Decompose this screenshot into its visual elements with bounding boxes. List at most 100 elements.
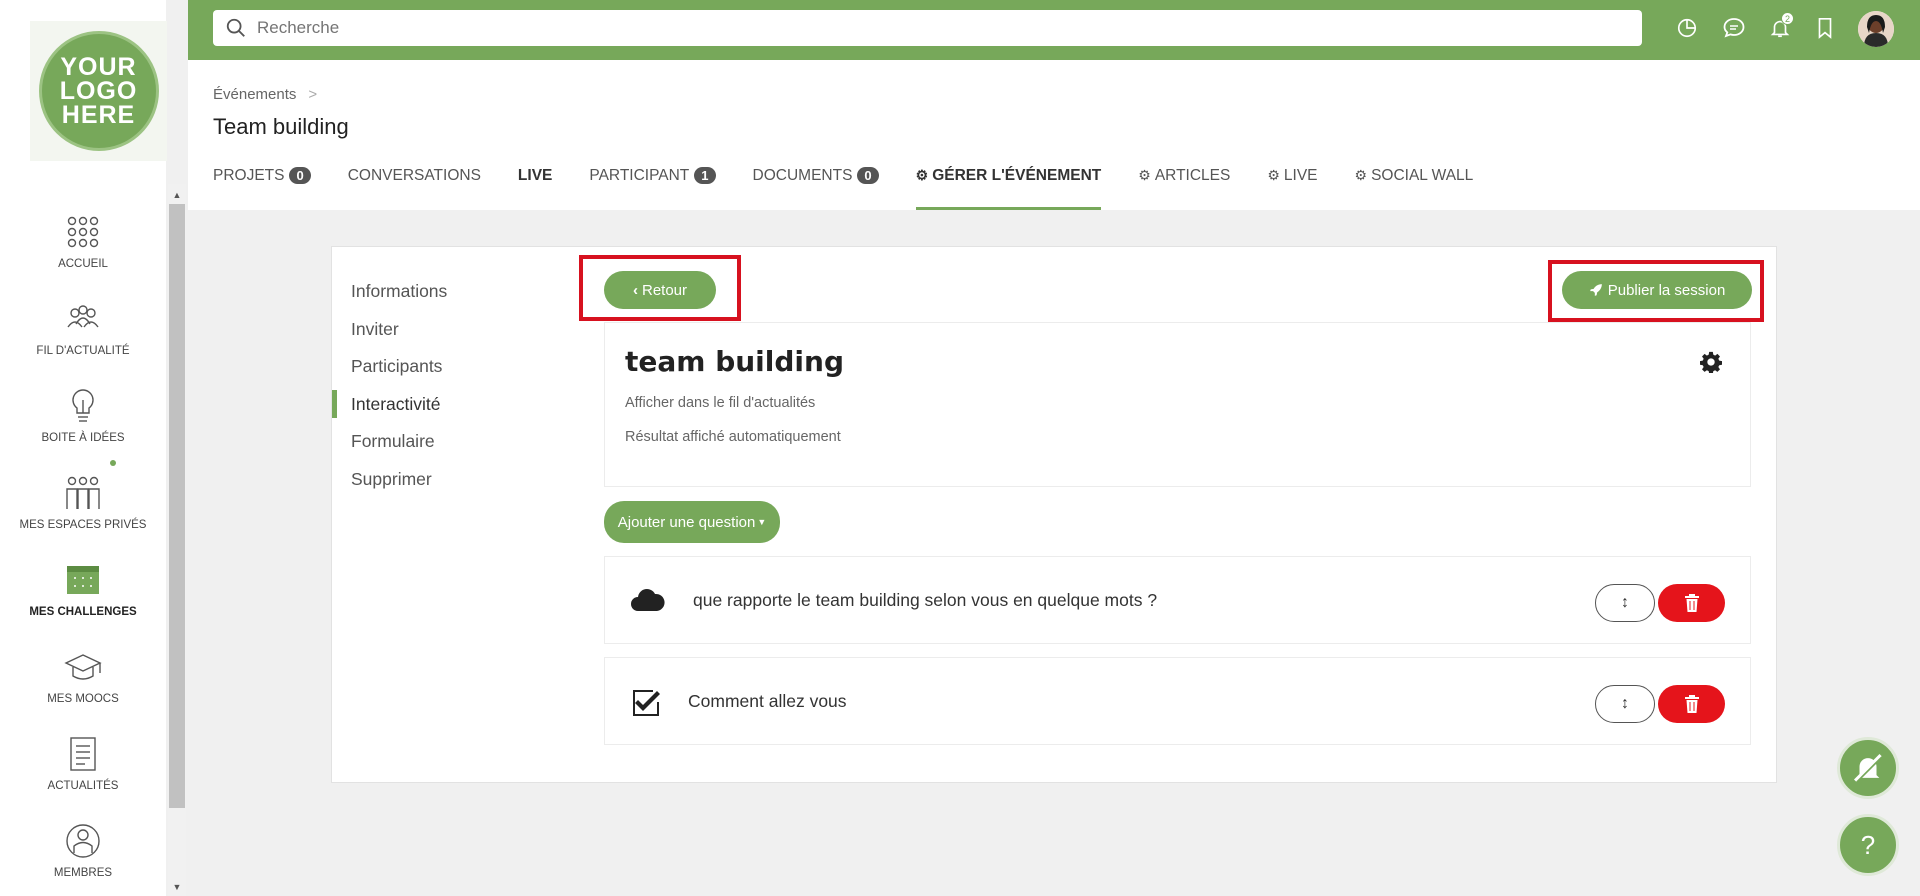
tab-label: GÉRER L'ÉVÉNEMENT [932,167,1102,184]
sidebar-scroll-thumb[interactable] [169,204,185,808]
sidebar-item-fil-actualite[interactable]: FIL D'ACTUALITÉ [0,299,166,357]
sidebar-item-actualites[interactable]: ACTUALITÉS [0,734,166,792]
gear-icon: ⚙ [1138,167,1151,183]
content-card: Informations Inviter Participants Intera… [331,246,1777,783]
reorder-button[interactable]: ↕ [1595,685,1655,723]
publish-session-label: Publier la session [1607,281,1726,299]
logo-text-1: YOUR [60,53,137,81]
question-text: que rapporte le team building selon vous… [693,590,1158,610]
avatar[interactable] [1858,11,1894,47]
delete-button[interactable] [1658,584,1725,622]
sidebar-item-label: ACCUEIL [58,258,108,270]
event-side-menu: Informations Inviter Participants Intera… [332,277,562,502]
bell-icon[interactable]: 2 [1766,12,1794,42]
tab-label: PROJETS [213,167,285,184]
event-tabs: PROJETS 0 CONVERSATIONS LIVE PARTICIPANT 1… [213,167,1510,210]
tab-live-settings[interactable]: ⚙ LIVE [1267,167,1317,210]
tab-conversations[interactable]: CONVERSATIONS [348,167,481,210]
search-bar[interactable] [213,10,1642,46]
help-fab[interactable]: ? [1837,814,1899,876]
breadcrumb-link[interactable]: Événements [213,86,296,103]
tab-gerer-evenement[interactable]: ⚙ GÉRER L'ÉVÉNEMENT [915,167,1102,210]
back-button-label: Retour [641,281,688,299]
session-setting-results: Résultat affiché automatiquement [625,429,841,445]
caret-down-icon: ▼ [757,517,767,527]
back-button[interactable]: ‹ Retour [604,271,716,309]
chat-icon[interactable] [1720,14,1748,42]
notification-badge: 2 [1781,12,1794,25]
stats-icon[interactable] [1673,14,1701,42]
tab-documents[interactable]: DOCUMENTS 0 [753,167,879,210]
sidebar-item-espaces-prives[interactable]: MES ESPACES PRIVÉS [0,473,166,531]
logo-text-2: LOGO [59,77,138,105]
tab-label: ARTICLES [1154,167,1231,184]
private-spaces-icon [66,476,100,509]
tab-participant[interactable]: PARTICIPANT 1 [589,167,716,210]
sidebar-item-label: FIL D'ACTUALITÉ [36,345,130,357]
sidebar-item-membres[interactable]: MEMBRES [0,821,166,879]
tab-count: 0 [289,167,311,184]
sidebar: YOUR LOGO HERE ACCUEIL FIL D'ACTUALITÉ B… [0,0,167,896]
graduation-cap-icon [64,654,102,680]
tab-label: DOCUMENTS [752,167,853,184]
reorder-button[interactable]: ↕ [1595,584,1655,622]
side-menu-informations[interactable]: Informations [332,277,562,315]
notifications-off-fab[interactable] [1837,737,1899,799]
sidebar-item-label: MEMBRES [53,867,113,879]
logo[interactable]: YOUR LOGO HERE [30,21,167,161]
question-row: que rapporte le team building selon vous… [604,556,1751,644]
tab-projets[interactable]: PROJETS 0 [213,167,311,210]
topbar: 2 [188,0,1920,60]
chevron-left-icon: ‹ [632,281,638,299]
side-menu-inviter[interactable]: Inviter [332,315,562,353]
bookmark-icon[interactable] [1811,14,1839,42]
scroll-up-arrow-icon[interactable]: ▲ [172,190,182,200]
grid-dots-icon [67,216,99,248]
session-title: team building [625,345,844,378]
gear-icon: ⚙ [915,167,929,183]
scroll-down-arrow-icon[interactable]: ▼ [172,882,182,892]
sidebar-item-label: MES ESPACES PRIVÉS [19,519,147,531]
member-icon [66,824,100,858]
sidebar-item-moocs[interactable]: MES MOOCS [0,647,166,705]
page-header: Événements > Team building PROJETS 0 CONVE… [188,60,1920,210]
document-icon [70,737,96,771]
notification-dot [110,460,116,466]
arrows-vertical-icon: ↕ [1621,594,1629,611]
checkbox-icon [633,690,660,716]
page-title: Team building [213,114,349,139]
tab-label: PARTICIPANT [589,167,690,184]
add-question-dropdown[interactable]: Ajouter une question ▼ [604,501,780,543]
tab-articles[interactable]: ⚙ ARTICLES [1138,167,1230,210]
rocket-icon [1589,284,1602,296]
gear-icon: ⚙ [1267,167,1280,183]
gear-icon: ⚙ [1354,167,1368,183]
people-group-icon [67,305,99,328]
help-icon: ? [1860,829,1876,860]
delete-button[interactable] [1658,685,1725,723]
tab-social-wall[interactable]: ⚙ SOCIAL WALL [1355,167,1474,210]
sidebar-item-challenges[interactable]: MES CHALLENGES [0,560,166,618]
arrows-vertical-icon: ↕ [1621,695,1629,712]
sidebar-item-accueil[interactable]: ACCUEIL [0,212,166,270]
bell-slash-icon [1853,753,1883,783]
lightbulb-icon [72,389,94,422]
tab-label: LIVE [517,167,553,184]
search-icon [226,18,245,37]
trash-icon [1684,695,1699,713]
question-text: Comment allez vous [688,691,847,711]
add-question-label: Ajouter une question [617,513,756,531]
tab-live[interactable]: LIVE [518,167,552,210]
side-menu-formulaire[interactable]: Formulaire [332,427,562,465]
tab-count: 1 [694,167,716,184]
sidebar-item-label: MES CHALLENGES [29,606,137,618]
side-menu-participants[interactable]: Participants [332,352,562,390]
publish-session-button[interactable]: Publier la session [1562,271,1752,309]
gear-icon[interactable] [1700,351,1722,373]
question-row: Comment allez vous ↕ [604,657,1751,745]
sidebar-item-label: ACTUALITÉS [47,780,119,792]
sidebar-item-boite-idees[interactable]: BOITE À IDÉES [0,386,166,444]
search-input[interactable] [257,18,1617,38]
side-menu-supprimer[interactable]: Supprimer [332,465,562,503]
side-menu-interactivite[interactable]: Interactivité [332,389,562,428]
